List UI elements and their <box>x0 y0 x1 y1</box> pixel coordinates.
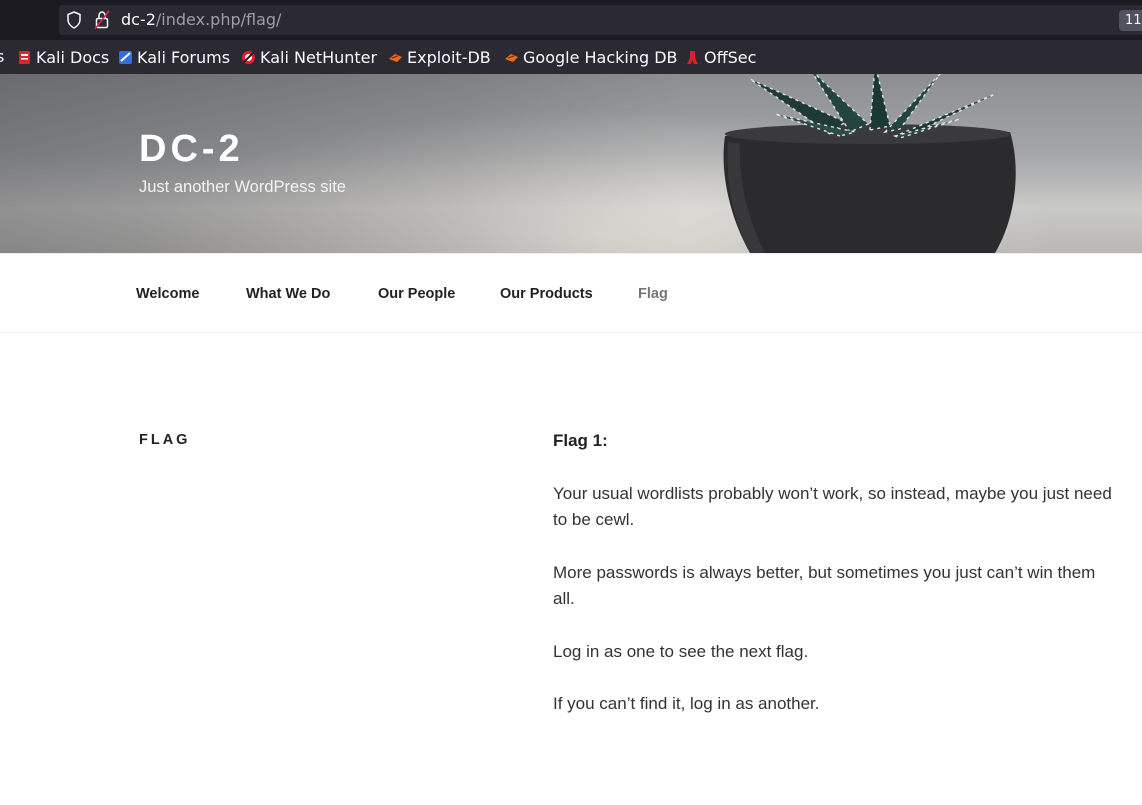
entry-content: Flag 1: Your usual wordlists probably wo… <box>553 428 1113 744</box>
nav-item-flag[interactable]: Flag <box>638 286 668 302</box>
nav-item-our-people[interactable]: Our People <box>378 286 455 302</box>
paragraph-wordlists: Your usual wordlists probably won’t work… <box>553 483 1112 530</box>
kali-docs-icon <box>19 50 30 64</box>
url-text[interactable]: dc-2/index.php/flag/ <box>121 7 281 33</box>
flag-heading: Flag 1: <box>553 431 608 450</box>
site-title[interactable]: DC-2 <box>139 128 244 171</box>
kali-forums-icon <box>119 50 132 64</box>
browser-toolbar: dc-2/index.php/flag/ 110% <box>0 0 1142 40</box>
nav-item-welcome[interactable]: Welcome <box>136 286 199 302</box>
bookmark-exploit-db[interactable]: Exploit-DB <box>388 46 491 68</box>
google-hacking-db-icon <box>505 53 518 62</box>
tracking-protection-shield-icon[interactable] <box>66 11 82 29</box>
bookmark-kali-nethunter[interactable]: Kali NetHunter <box>241 46 377 68</box>
nav-item-what-we-do[interactable]: What We Do <box>246 286 330 302</box>
bookmark-truncated[interactable]: s <box>0 47 4 66</box>
paragraph-another: If you can’t find it, log in as another. <box>553 694 820 713</box>
bookmark-kali-docs[interactable]: Kali Docs <box>17 46 109 68</box>
zoom-level-badge[interactable]: 110% <box>1119 10 1142 31</box>
bookmark-google-hacking-db[interactable]: Google Hacking DB <box>504 46 678 68</box>
page-title: FLAG <box>139 432 191 448</box>
kali-nethunter-icon <box>242 50 255 64</box>
paragraph-passwords: More passwords is always better, but som… <box>553 562 1096 609</box>
exploit-db-icon <box>389 53 402 62</box>
bookmarks-toolbar: s Kali Docs Kali Forums Kali NetHunter E… <box>0 40 1142 74</box>
site-description: Just another WordPress site <box>139 178 346 196</box>
nav-item-our-products[interactable]: Our Products <box>500 286 593 302</box>
paragraph-login: Log in as one to see the next flag. <box>553 641 809 661</box>
insecure-lock-icon[interactable] <box>94 10 110 30</box>
main-navigation: Welcome What We Do Our People Our Produc… <box>0 253 1142 333</box>
bookmark-offsec[interactable]: OffSec <box>685 46 756 68</box>
bookmark-kali-forums[interactable]: Kali Forums <box>118 46 230 68</box>
offsec-icon <box>687 50 698 64</box>
